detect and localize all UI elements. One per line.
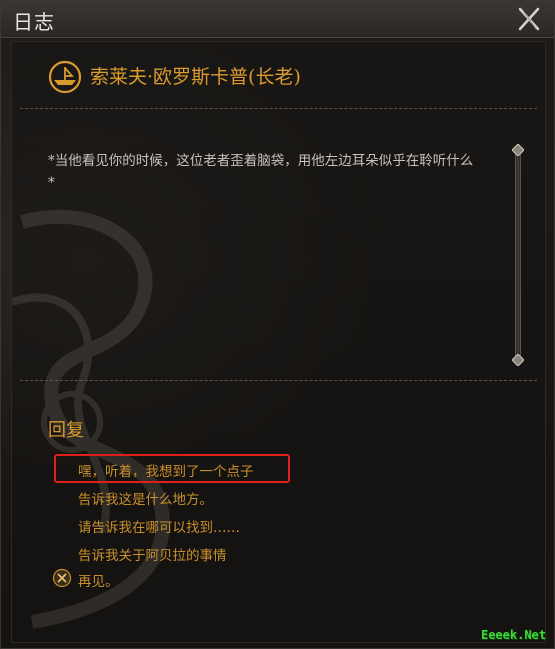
boat-emblem-icon	[48, 60, 82, 94]
dialogue-text: *当他看见你的时候，这位老者歪着脑袋，用他左边耳朵似乎在聆听什么*	[48, 153, 474, 191]
scroll-up-gem-icon[interactable]	[512, 144, 524, 156]
watermark-text: Eeeek.Net	[480, 628, 546, 642]
scroll-track[interactable]	[515, 154, 521, 356]
dialogue-scrollbar[interactable]	[512, 144, 524, 366]
journal-window: 日志 索莱夫·欧罗斯卡普(长老) *当他看见你的时候，这位老者歪着脑袋，用他左边…	[0, 0, 555, 649]
reply-heading: 回复	[48, 420, 84, 441]
reply-option-idea[interactable]: 嘿，听着，我想到了一个点子	[78, 460, 254, 480]
window-title: 日志	[13, 10, 55, 34]
reply-option-about-abela[interactable]: 告诉我关于阿贝拉的事情	[78, 544, 227, 564]
speaker-name: 索莱夫·欧罗斯卡普(长老)	[90, 66, 301, 88]
reply-divider	[20, 380, 537, 381]
reply-option-where-is-this[interactable]: 告诉我这是什么地方。	[78, 488, 213, 508]
scroll-down-gem-icon[interactable]	[512, 354, 524, 366]
reply-option-goodbye[interactable]: 再见。	[78, 570, 119, 590]
dialogue-panel: 索莱夫·欧罗斯卡普(长老) *当他看见你的时候，这位老者歪着脑袋，用他左边耳朵似…	[11, 41, 546, 643]
goodbye-x-icon	[52, 568, 72, 588]
header-divider	[20, 108, 537, 109]
reply-option-where-to-find[interactable]: 请告诉我在哪可以找到……	[78, 516, 240, 536]
close-icon	[518, 7, 540, 31]
close-button[interactable]	[516, 5, 542, 33]
title-bar: 日志	[1, 1, 554, 38]
